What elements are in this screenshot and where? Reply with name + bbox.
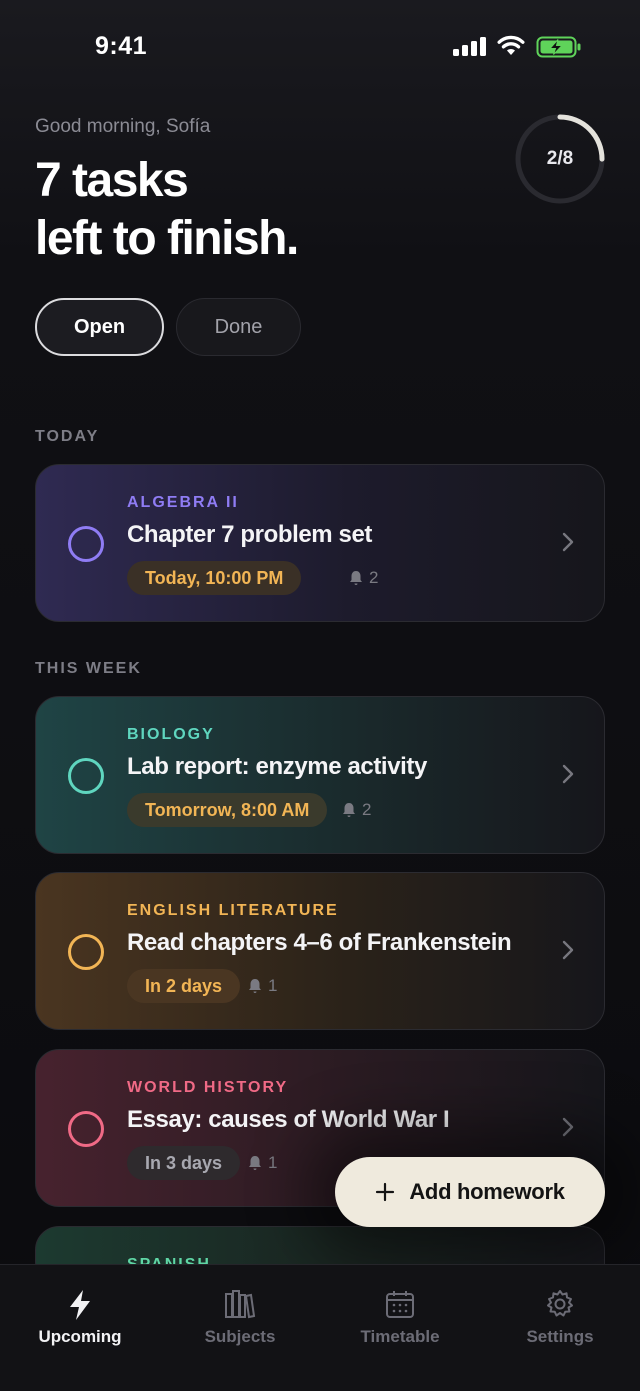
- reminders-count: 1: [248, 1153, 277, 1173]
- lightning-icon: [70, 1290, 90, 1320]
- task-card[interactable]: ENGLISH LITERATURE Read chapters 4–6 of …: [35, 872, 605, 1030]
- filter-done-button[interactable]: Done: [176, 298, 301, 356]
- chevron-right-icon: [562, 940, 574, 960]
- bell-icon: [249, 979, 261, 993]
- tab-subjects[interactable]: Subjects: [160, 1265, 320, 1391]
- bell-icon: [350, 571, 362, 585]
- section-label-today: TODAY: [35, 428, 100, 445]
- tab-upcoming-label: Upcoming: [38, 1327, 122, 1346]
- tab-bar: Upcoming Subjects Timetable Settings: [0, 1264, 640, 1391]
- due-badge: In 2 days: [127, 969, 241, 1003]
- status-bar: 9:41: [0, 0, 640, 96]
- task-title: Read chapters 4–6 of Frankenstein: [127, 929, 512, 956]
- bell-icon: [343, 803, 355, 817]
- bell-icon: [249, 1156, 261, 1170]
- tab-settings[interactable]: Settings: [480, 1265, 640, 1391]
- reminders-count-text: 2: [369, 568, 379, 587]
- tab-settings-label: Settings: [526, 1327, 594, 1346]
- reminders-count-text: 1: [268, 1153, 278, 1172]
- task-card[interactable]: ALGEBRA II Chapter 7 problem set Today, …: [35, 464, 605, 622]
- task-card[interactable]: BIOLOGY Lab report: enzyme activity Tomo…: [35, 696, 605, 854]
- section-label-this-week: THIS WEEK: [35, 660, 142, 677]
- task-title: Essay: causes of World War I: [127, 1106, 450, 1133]
- task-checkbox[interactable]: [68, 934, 104, 970]
- tab-subjects-label: Subjects: [204, 1327, 276, 1346]
- wifi-icon: [497, 35, 525, 55]
- tab-timetable-label: Timetable: [360, 1327, 440, 1346]
- due-badge: Today, 10:00 PM: [127, 561, 302, 595]
- reminders-count-text: 2: [362, 800, 372, 819]
- greeting-text: Good morning, Sofía: [35, 116, 211, 137]
- task-subject: WORLD HISTORY: [127, 1079, 289, 1096]
- reminders-count: 2: [349, 568, 378, 588]
- task-checkbox[interactable]: [68, 526, 104, 562]
- chevron-right-icon: [562, 764, 574, 784]
- plus-icon: [376, 1182, 395, 1202]
- task-subject: BIOLOGY: [127, 726, 215, 743]
- reminders-count-text: 1: [268, 976, 278, 995]
- due-badge: Tomorrow, 8:00 AM: [127, 793, 328, 827]
- task-checkbox[interactable]: [68, 1111, 104, 1147]
- task-subject: ENGLISH LITERATURE: [127, 902, 339, 919]
- tab-upcoming[interactable]: Upcoming: [0, 1265, 160, 1391]
- reminders-count: 1: [248, 976, 277, 996]
- progress-label: 2/8: [546, 148, 574, 169]
- task-checkbox[interactable]: [68, 758, 104, 794]
- headline-line-1: 7 tasks: [35, 154, 189, 207]
- add-homework-button[interactable]: Add homework: [335, 1157, 605, 1227]
- task-subject: ALGEBRA II: [127, 494, 239, 511]
- due-badge: In 3 days: [127, 1146, 241, 1180]
- status-time: 9:41: [95, 32, 148, 60]
- books-icon: [225, 1290, 256, 1319]
- task-title: Lab report: enzyme activity: [127, 753, 427, 780]
- reminders-count: 2: [342, 800, 371, 820]
- calendar-icon: [386, 1291, 414, 1318]
- filter-open-button[interactable]: Open: [35, 298, 164, 356]
- page-title: 7 tasks left to finish.: [35, 152, 299, 268]
- cellular-signal-icon: [453, 36, 486, 56]
- tab-timetable[interactable]: Timetable: [320, 1265, 480, 1391]
- gear-icon: [547, 1290, 573, 1317]
- headline-line-2: left to finish.: [35, 212, 299, 265]
- battery-charging-icon: [536, 36, 581, 58]
- task-title: Chapter 7 problem set: [127, 521, 372, 548]
- add-homework-label: Add homework: [409, 1179, 565, 1204]
- chevron-right-icon: [562, 1117, 574, 1137]
- chevron-right-icon: [562, 532, 574, 552]
